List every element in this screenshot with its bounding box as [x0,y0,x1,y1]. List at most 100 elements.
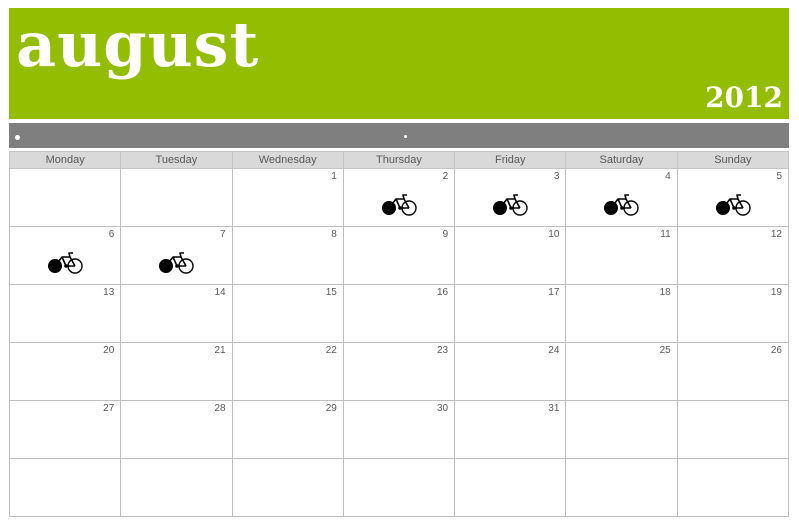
day-number: 12 [770,229,782,240]
day-cell[interactable]: 19 [676,284,790,343]
day-cell[interactable] [342,458,456,517]
weekday-header: Friday [454,151,567,169]
week-row: 13 14 15 16 17 18 19 [8,284,790,343]
day-cell[interactable]: 3 [454,168,567,227]
day-cell[interactable] [8,168,122,227]
day-number: 6 [108,229,115,240]
bicycle-icon [380,191,420,217]
day-number: 1 [331,171,337,182]
day-cell[interactable] [676,400,790,459]
day-number: 2 [442,171,449,182]
day-cell[interactable] [565,400,678,459]
weekday-header: Monday [8,151,122,169]
day-cell[interactable]: 14 [120,284,233,343]
bicycle-icon [157,249,197,275]
day-cell[interactable]: 12 [676,226,790,285]
day-number: 31 [548,403,560,414]
day-cell[interactable]: 9 [342,226,456,285]
bicycle-icon [46,249,86,275]
day-number: 19 [770,287,782,298]
week-row: 27 28 29 30 31 [8,400,790,459]
day-number: 28 [214,403,226,414]
week-row [8,458,790,517]
bullet-dot [15,135,20,140]
day-cell[interactable]: 11 [565,226,678,285]
day-number: 4 [665,171,671,182]
day-cell[interactable]: 6 [8,226,122,285]
day-number: 25 [659,345,671,356]
day-cell[interactable]: 1 [231,168,344,227]
day-cell[interactable]: 22 [231,342,344,401]
day-cell[interactable] [120,168,233,227]
weekday-header: Saturday [565,151,678,169]
bullet-dot [404,135,407,138]
day-number: 9 [442,229,449,240]
month-banner: august 2012 [9,8,789,119]
day-number: 27 [103,403,115,414]
day-cell[interactable]: 18 [565,284,678,343]
day-cell[interactable]: 5 [676,168,790,227]
day-number: 8 [331,229,337,240]
bicycle-icon [602,191,642,217]
day-number: 30 [437,403,449,414]
day-cell[interactable]: 13 [8,284,122,343]
day-number: 7 [220,229,226,240]
day-number: 17 [548,287,560,298]
day-number: 22 [325,345,337,356]
day-number: 29 [325,403,337,414]
bicycle-icon [714,191,754,217]
weekday-header-row: Monday Tuesday Wednesday Thursday Friday… [8,151,790,169]
day-number: 24 [548,345,560,356]
day-cell[interactable] [454,458,567,517]
day-number: 13 [103,287,115,298]
day-number: 15 [325,287,337,298]
day-cell[interactable]: 16 [342,284,456,343]
week-row: 20 21 22 23 24 25 26 [8,342,790,401]
day-cell[interactable]: 26 [676,342,790,401]
day-number: 16 [437,287,449,298]
day-number: 26 [770,345,782,356]
day-cell[interactable]: 31 [454,400,567,459]
day-cell[interactable]: 15 [231,284,344,343]
day-number: 20 [103,345,115,356]
day-cell[interactable] [676,458,790,517]
day-cell[interactable]: 4 [565,168,678,227]
weekday-header: Thursday [342,151,456,169]
day-cell[interactable]: 27 [8,400,122,459]
week-row: 6 7 8 9 10 11 12 [8,226,790,285]
day-cell[interactable]: 17 [454,284,567,343]
month-title: august [16,8,260,81]
day-number: 18 [659,287,671,298]
day-cell[interactable]: 10 [454,226,567,285]
day-cell[interactable]: 20 [8,342,122,401]
weekday-header: Sunday [676,151,790,169]
day-cell[interactable]: 2 [342,168,456,227]
day-cell[interactable]: 23 [342,342,456,401]
day-cell[interactable]: 28 [120,400,233,459]
day-cell[interactable] [231,458,344,517]
day-cell[interactable]: 29 [231,400,344,459]
day-number: 21 [214,345,226,356]
week-row: 1 2 3 4 5 [8,168,790,227]
notes-bar [9,123,789,148]
day-cell[interactable]: 25 [565,342,678,401]
calendar-grid: Monday Tuesday Wednesday Thursday Friday… [8,151,790,517]
day-cell[interactable] [120,458,233,517]
day-cell[interactable]: 24 [454,342,567,401]
day-cell[interactable]: 7 [120,226,233,285]
day-number: 23 [437,345,449,356]
weekday-header: Tuesday [120,151,233,169]
day-number: 10 [548,229,560,240]
day-cell[interactable]: 21 [120,342,233,401]
day-cell[interactable] [565,458,678,517]
day-number: 14 [214,287,226,298]
day-cell[interactable]: 8 [231,226,344,285]
day-cell[interactable]: 30 [342,400,456,459]
day-cell[interactable] [8,458,122,517]
weekday-header: Wednesday [231,151,344,169]
day-number: 11 [660,229,671,240]
day-number: 3 [553,171,560,182]
day-number: 5 [776,171,782,182]
year-label: 2012 [705,81,783,114]
bicycle-icon [491,191,531,217]
